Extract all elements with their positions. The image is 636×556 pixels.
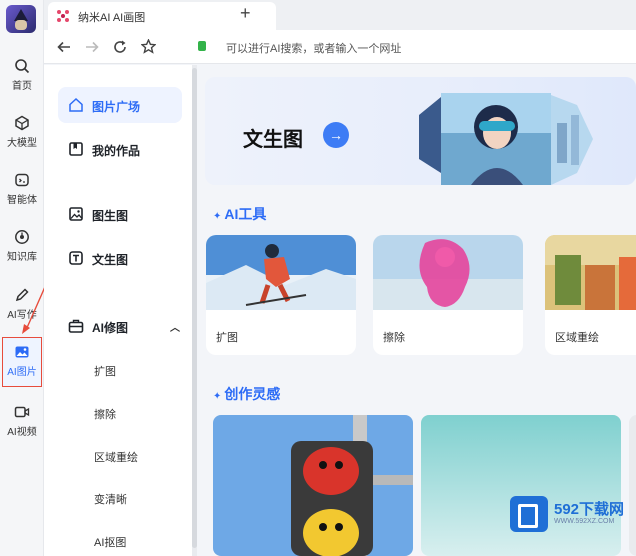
section-title-inspiration: ✦ 创作灵感 [213, 384, 280, 404]
main-content: 文生图 → ✦ AI工具 扩图 擦除 区域重绘 ✦ 创作灵感 [197, 65, 636, 556]
section-title-text: AI工具 [224, 206, 267, 222]
rail-item-video[interactable]: AI视频 [0, 404, 44, 438]
secure-lock-icon [198, 41, 206, 51]
tool-card-erase[interactable]: 擦除 [373, 235, 523, 355]
image-edit-icon [69, 207, 83, 221]
watermark-url: WWW.592XZ.COM [554, 518, 615, 525]
tool-card-inpaint[interactable]: 区域重绘 [545, 235, 636, 355]
rail-item-home[interactable]: 首页 [0, 58, 44, 92]
inpaint-sample-image [545, 235, 636, 310]
watermark-logo-icon [510, 496, 548, 532]
knowledge-icon [15, 230, 29, 244]
erase-sample-image [373, 235, 523, 310]
tool-card-expand[interactable]: 扩图 [206, 235, 356, 355]
back-button[interactable] [54, 37, 74, 57]
traffic-light-image [213, 415, 413, 556]
rail-item-label: AI图片 [7, 367, 37, 378]
home-icon [69, 97, 83, 112]
chevron-up-icon[interactable]: ︿ [170, 319, 180, 334]
agent-icon [15, 173, 29, 187]
arrow-right-icon [86, 41, 99, 53]
rail-item-label: 智能体 [7, 195, 37, 206]
section-title-text: 创作灵感 [224, 386, 281, 402]
sidebar-item-label: AI修图 [92, 321, 129, 335]
text-to-image-banner[interactable]: 文生图 → [205, 77, 636, 185]
sidebar-subitem-inpaint[interactable]: 区域重绘 [94, 449, 138, 465]
sidebar-subitem-erase[interactable]: 擦除 [94, 406, 116, 422]
url-placeholder: 可以进行AI搜索，或者输入一个网址 [226, 43, 402, 55]
new-tab-button[interactable]: + [240, 3, 251, 24]
inspiration-card[interactable] [629, 415, 636, 556]
tool-card-label: 扩图 [216, 332, 238, 344]
rail-item-images[interactable]: AI图片 [2, 337, 42, 387]
favorite-button[interactable] [138, 37, 158, 57]
text-image-icon [69, 251, 83, 265]
rail-item-label: 知识库 [7, 252, 37, 263]
skier-image [206, 235, 356, 310]
sidebar-item-label: 文生图 [92, 253, 129, 267]
sidebar-item-label: 图片广场 [92, 100, 141, 114]
sidebar: 图片广场 我的作品 图生图 文生图 AI修图 ︿ 扩图 擦除 区域重绘 变清晰 … [44, 65, 192, 556]
arrow-right-circle-icon[interactable]: → [323, 122, 349, 148]
banner-title: 文生图 [243, 129, 303, 151]
url-field[interactable]: 可以进行AI搜索，或者输入一个网址 [194, 36, 630, 58]
rail-item-models[interactable]: 大模型 [0, 115, 44, 149]
sparkle-icon: ✦ [213, 391, 222, 402]
sidebar-item-ai-retouch[interactable]: AI修图 ︿ [58, 308, 182, 344]
rail-item-agents[interactable]: 智能体 [0, 172, 44, 206]
rail-item-label: 大模型 [7, 138, 37, 149]
rail-item-label: AI视频 [7, 427, 37, 438]
sidebar-item-label: 我的作品 [92, 144, 141, 158]
image-icon [15, 346, 29, 358]
sparkle-icon: ✦ [213, 211, 222, 222]
arrow-left-icon [57, 41, 70, 53]
search-icon [15, 59, 30, 74]
sidebar-item-image-to-image[interactable]: 图生图 [58, 196, 182, 232]
banner-artwork [419, 93, 593, 185]
site-watermark: 592下载网 WWW.592XZ.COM [510, 494, 630, 536]
tool-card-label: 擦除 [383, 332, 405, 344]
tool-card-label: 区域重绘 [555, 332, 599, 344]
tab-title: 纳米AI AI画图 [78, 12, 146, 24]
watermark-title: 592下载网 [554, 501, 625, 518]
sidebar-item-text-to-image[interactable]: 文生图 [58, 240, 182, 276]
sidebar-item-my-works[interactable]: 我的作品 [58, 131, 182, 167]
bookmark-icon [69, 142, 83, 156]
forward-button[interactable] [82, 37, 102, 57]
sidebar-subitem-cutout[interactable]: AI抠图 [94, 534, 126, 550]
rail-item-knowledge[interactable]: 知识库 [0, 229, 44, 263]
briefcase-icon [68, 319, 84, 333]
cube-icon [15, 115, 29, 131]
sidebar-subitem-enhance[interactable]: 变清晰 [94, 491, 127, 507]
sidebar-subitem-expand[interactable]: 扩图 [94, 363, 116, 379]
user-avatar[interactable] [6, 5, 36, 33]
tab-bar: 纳米AI AI画图 + [44, 0, 636, 30]
reload-icon [114, 40, 126, 53]
section-title-ai-tools: ✦ AI工具 [213, 204, 266, 224]
reload-button[interactable] [110, 37, 130, 57]
sidebar-item-gallery[interactable]: 图片广场 [58, 87, 182, 123]
nami-logo-icon [57, 10, 69, 22]
sidebar-item-label: 图生图 [92, 209, 129, 223]
left-rail: 首页 大模型 智能体 知识库 AI写作 AI图片 AI视频 [0, 0, 49, 556]
address-bar: 可以进行AI搜索，或者输入一个网址 [44, 30, 636, 64]
star-icon [139, 38, 157, 54]
rail-item-label: 首页 [12, 81, 32, 92]
video-icon [14, 406, 30, 418]
inspiration-card[interactable] [213, 415, 413, 556]
